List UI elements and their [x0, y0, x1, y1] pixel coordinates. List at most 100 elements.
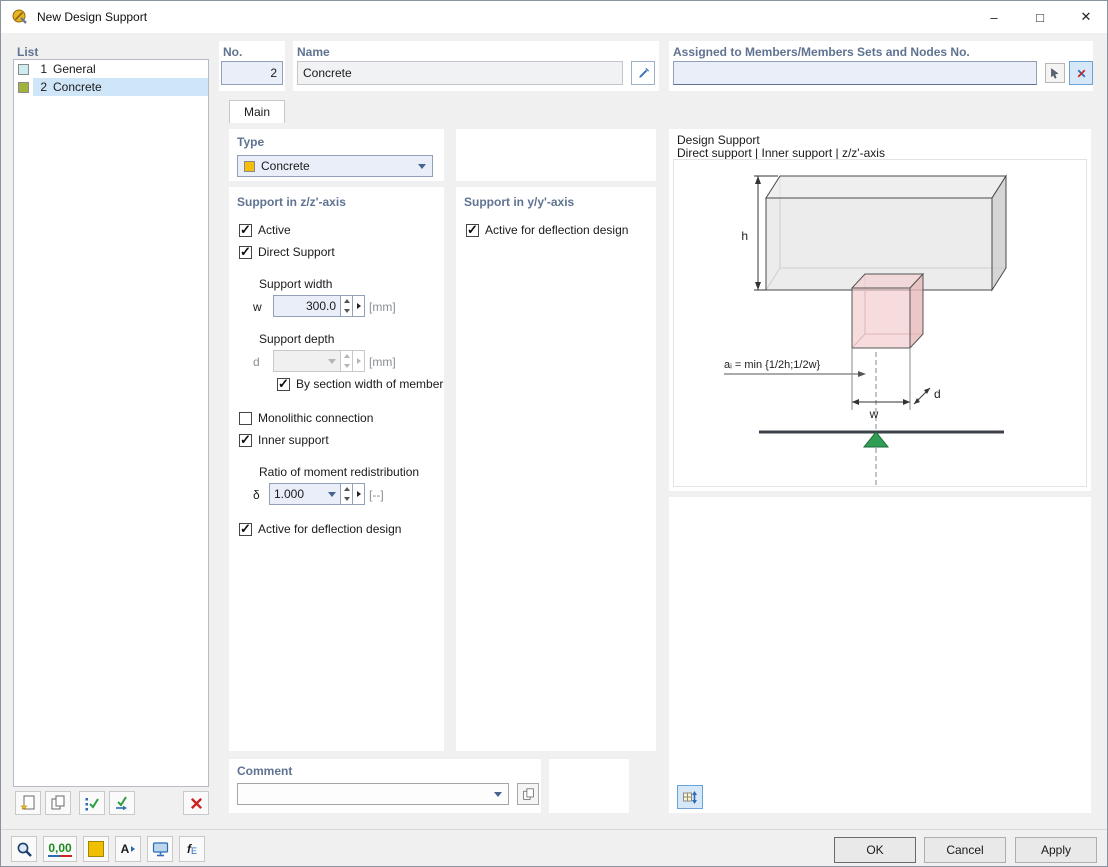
ratio-combobox[interactable]: 1.000: [269, 483, 365, 505]
maximize-button[interactable]: □: [1017, 1, 1063, 33]
list-item-general[interactable]: 1 General: [14, 60, 208, 78]
design-support-list: 1 General 2 Concrete: [13, 59, 209, 787]
inner-support-checkbox[interactable]: [239, 432, 252, 448]
comment-dropdown[interactable]: [237, 783, 509, 805]
comment-copy-button[interactable]: [517, 783, 539, 805]
chevron-down-icon: [328, 358, 336, 364]
assign-graphically-button[interactable]: [677, 785, 703, 809]
deselect-icon: [1077, 69, 1085, 77]
units-settings-button[interactable]: 0,00: [43, 836, 77, 862]
checkbox-inner-support[interactable]: Inner support: [239, 432, 329, 448]
preview-title: Design Support: [677, 133, 760, 147]
checkbox-direct-support[interactable]: Direct Support: [239, 244, 335, 260]
dim-d-label: d: [934, 387, 941, 401]
support-width-input[interactable]: 300.0: [273, 295, 341, 317]
ok-button[interactable]: OK: [834, 837, 916, 863]
spin-buttons[interactable]: [341, 295, 353, 317]
type-color-swatch: [244, 160, 255, 172]
spin-buttons: [341, 350, 353, 372]
diagram-frame: h aᵢ = min {1/2h;1/2w} w d: [673, 159, 1087, 487]
assigned-field[interactable]: [673, 61, 1037, 85]
inner-support-label: Inner support: [258, 433, 329, 447]
deflection-zz-checkbox[interactable]: [239, 521, 252, 537]
list-item-concrete[interactable]: 2 Concrete: [14, 78, 208, 96]
type-label: Type: [237, 135, 265, 149]
minimize-button[interactable]: –: [971, 1, 1017, 33]
list-item-number: 1: [40, 62, 47, 76]
delete-entry-button[interactable]: [183, 791, 209, 815]
checkbox-monolithic[interactable]: Monolithic connection: [239, 411, 373, 425]
cancel-label: Cancel: [946, 843, 984, 857]
no-field[interactable]: 2: [221, 61, 283, 85]
apply-button[interactable]: Apply: [1015, 837, 1097, 863]
support-depth-stepper: [273, 350, 365, 372]
copy-entry-button[interactable]: [45, 791, 71, 815]
deflection-yy-checkbox[interactable]: [466, 222, 479, 238]
pencil-icon: [638, 67, 649, 78]
active-checkbox[interactable]: [239, 222, 252, 238]
close-button[interactable]: ✕: [1063, 1, 1107, 33]
spin-up-button[interactable]: [341, 296, 352, 306]
ratio-label: Ratio of moment redistribution: [259, 465, 420, 479]
checkbox-active[interactable]: Active: [239, 222, 291, 238]
units-icon: 0,00: [48, 841, 72, 857]
new-entry-button[interactable]: [15, 791, 41, 815]
type-dropdown[interactable]: Concrete: [237, 155, 433, 177]
dialog-new-design-support: New Design Support – □ ✕ List 1 General …: [0, 0, 1108, 867]
name-group: Name Concrete: [293, 41, 659, 91]
check-list-icon: [85, 798, 99, 811]
support-yy-panel: Support in y/y'-axis Active for deflecti…: [456, 187, 656, 751]
comment-label: Comment: [237, 764, 293, 778]
monolithic-label: Monolithic connection: [258, 411, 374, 425]
chevron-down-icon: [328, 491, 336, 497]
list-title: List: [17, 45, 39, 59]
copy-icon: [522, 787, 534, 800]
spin-up-button: [341, 351, 352, 361]
ratio-input[interactable]: 1.000: [269, 483, 341, 505]
select-objects-button[interactable]: [1045, 63, 1065, 83]
unit-options-button[interactable]: [353, 483, 365, 505]
support-width-unit: [mm]: [369, 300, 396, 314]
spacer-panel-2: [549, 759, 629, 813]
check-apply-button[interactable]: [109, 791, 135, 815]
direct-support-checkbox[interactable]: [239, 244, 252, 260]
checkbox-by-section-width[interactable]: By section width of member: [277, 376, 443, 392]
color-swatch-icon: [88, 841, 104, 857]
copy-icon: [51, 795, 65, 810]
spin-down-button[interactable]: [341, 306, 352, 316]
checkbox-deflection-yy[interactable]: Active for deflection design: [466, 222, 628, 238]
clear-selection-button[interactable]: [1069, 61, 1093, 85]
ratio-unit: [--]: [369, 488, 384, 502]
tab-main[interactable]: Main: [229, 100, 285, 123]
annotation-options-button[interactable]: A: [115, 836, 141, 862]
spin-down-button[interactable]: [341, 494, 352, 504]
rename-button[interactable]: [631, 61, 655, 85]
comment-panel: Comment: [229, 759, 541, 813]
support-zz-panel: Support in z/z'-axis Active Direct Suppo…: [229, 187, 444, 751]
dim-ai-label: aᵢ = min {1/2h;1/2w}: [724, 359, 821, 371]
support-depth-input: [273, 350, 341, 372]
titlebar[interactable]: New Design Support: [1, 1, 1107, 33]
by-section-width-checkbox[interactable]: [277, 376, 290, 392]
display-settings-button[interactable]: [147, 836, 173, 862]
monolithic-checkbox[interactable]: [239, 411, 252, 425]
tab-main-label: Main: [243, 105, 270, 119]
check-all-button[interactable]: [79, 791, 105, 815]
spin-buttons[interactable]: [341, 483, 353, 505]
app-icon: [12, 9, 27, 24]
dim-h-label: h: [741, 229, 748, 243]
list-item-label: Concrete: [53, 80, 102, 94]
monitor-icon: [152, 841, 168, 856]
assigned-group: Assigned to Members/Members Sets and Nod…: [669, 41, 1093, 91]
support-width-stepper[interactable]: 300.0: [273, 295, 365, 317]
name-field[interactable]: Concrete: [297, 61, 623, 85]
unit-options-button[interactable]: [353, 295, 365, 317]
preview-panel: Design Support Direct support | Inner su…: [669, 129, 1091, 491]
find-button[interactable]: [11, 836, 37, 862]
display-colors-button[interactable]: [83, 836, 109, 862]
checkbox-deflection-zz[interactable]: Active for deflection design: [239, 521, 401, 537]
cancel-button[interactable]: Cancel: [924, 837, 1006, 863]
formulas-button[interactable]: f E: [179, 836, 205, 862]
spin-up-button[interactable]: [341, 484, 352, 494]
color-swatch-general: [18, 63, 29, 75]
